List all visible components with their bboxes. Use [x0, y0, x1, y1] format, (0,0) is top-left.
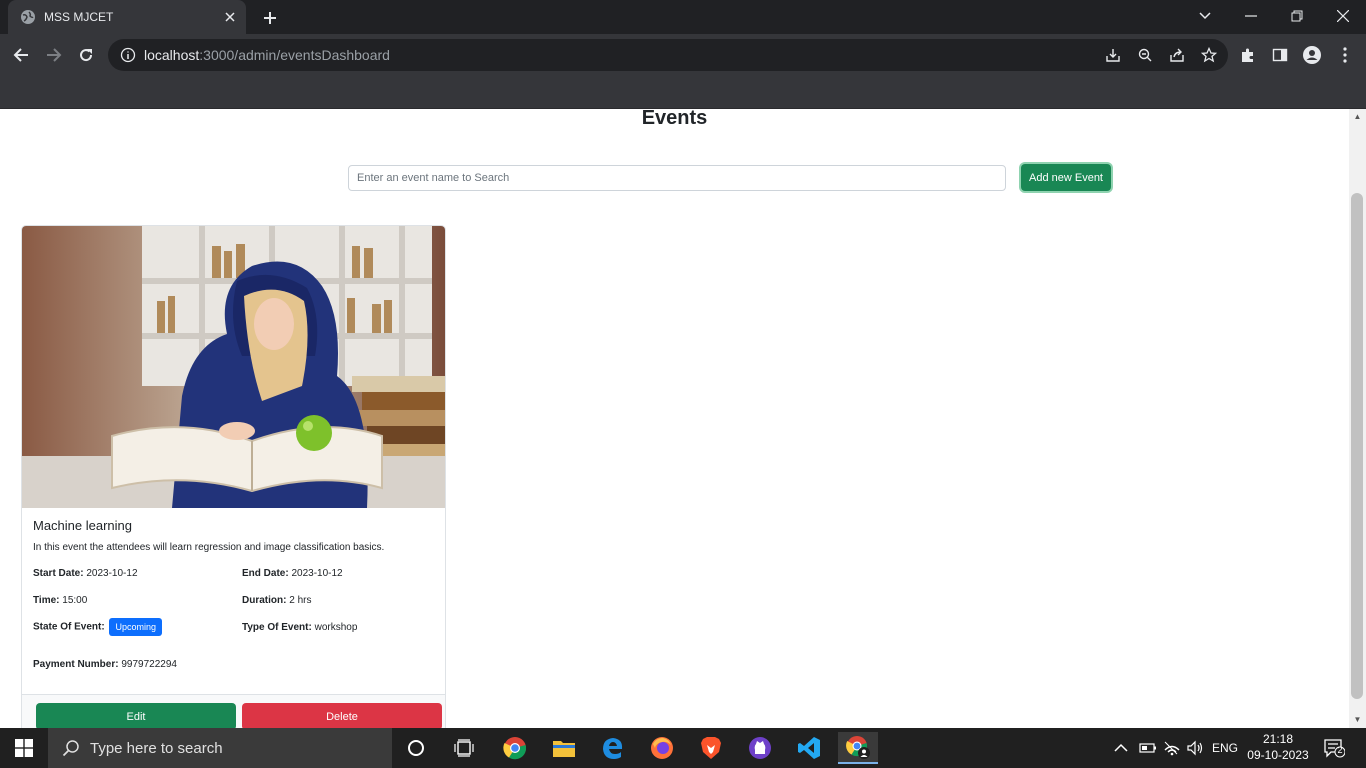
globe-icon: [20, 9, 36, 25]
url-host: localhost: [144, 47, 200, 63]
site-info-icon[interactable]: [120, 47, 136, 63]
browser-tab-strip: MSS MJCET: [0, 0, 1366, 34]
page-content: Events Enter an event name to Search Add…: [0, 109, 1366, 728]
add-new-event-button[interactable]: Add new Event: [1021, 164, 1111, 191]
bookmark-star-icon[interactable]: [1198, 45, 1220, 65]
end-date-value: 2023-10-12: [291, 568, 343, 579]
state-field: State Of Event: Upcoming: [33, 618, 162, 636]
page-scrollbar[interactable]: ▲ ▼: [1349, 109, 1366, 728]
browser-toolbar: localhost:3000/admin/eventsDashboard: [0, 34, 1366, 76]
profile-icon[interactable]: [1301, 44, 1323, 66]
scroll-down-icon[interactable]: ▼: [1353, 715, 1362, 724]
duration-label: Duration:: [242, 595, 287, 606]
vscode-icon[interactable]: [789, 732, 829, 764]
restore-icon[interactable]: [1285, 4, 1309, 28]
firefox-icon[interactable]: [642, 732, 682, 764]
start-date-value: 2023-10-12: [86, 568, 138, 579]
type-field: Type Of Event: workshop: [242, 622, 357, 633]
clock-time: 21:18: [1262, 732, 1294, 746]
type-label: Type Of Event:: [242, 622, 312, 633]
share-icon[interactable]: [1166, 45, 1188, 65]
zoom-icon[interactable]: [1134, 45, 1156, 65]
taskbar-clock[interactable]: 21:18 09-10-2023: [1240, 731, 1316, 763]
start-date-field: Start Date: 2023-10-12: [33, 568, 138, 579]
taskbar-search[interactable]: Type here to search: [48, 728, 392, 768]
card-footer: Edit Delete: [22, 694, 445, 728]
delete-button[interactable]: Delete: [242, 703, 442, 728]
edge-icon[interactable]: [593, 732, 633, 764]
event-description: In this event the attendees will learn r…: [33, 542, 385, 553]
forward-icon[interactable]: [41, 42, 67, 68]
payment-field: Payment Number: 9979722294: [33, 659, 177, 670]
browser-tab[interactable]: MSS MJCET: [8, 0, 246, 34]
taskbar-search-text: Type here to search: [90, 739, 223, 757]
cortana-icon[interactable]: [396, 732, 436, 764]
event-card: Machine learning In this event the atten…: [21, 225, 446, 728]
type-value: workshop: [314, 622, 358, 633]
menu-kebab-icon[interactable]: [1334, 44, 1356, 66]
chrome-icon[interactable]: [495, 732, 535, 764]
windows-start-icon[interactable]: [0, 728, 48, 768]
time-field: Time: 15:00: [33, 595, 87, 606]
file-explorer-icon[interactable]: [544, 732, 584, 764]
tab-title: MSS MJCET: [44, 10, 114, 24]
notification-icon[interactable]: 2: [1322, 736, 1346, 760]
payment-value: 9979722294: [121, 659, 177, 670]
tab-close-icon[interactable]: [222, 9, 238, 25]
payment-label: Payment Number:: [33, 659, 119, 670]
task-view-icon[interactable]: [444, 732, 484, 764]
scroll-up-icon[interactable]: ▲: [1353, 112, 1362, 121]
side-panel-icon[interactable]: [1269, 44, 1291, 66]
close-window-icon[interactable]: [1331, 4, 1355, 28]
wifi-icon[interactable]: [1163, 728, 1181, 768]
scrollbar-thumb[interactable]: [1351, 193, 1363, 699]
notification-count: 2: [1337, 745, 1343, 755]
chrome-profile-icon[interactable]: [838, 732, 878, 764]
duration-value: 2 hrs: [289, 595, 312, 606]
end-date-field: End Date: 2023-10-12: [242, 568, 343, 579]
windows-taskbar: Type here to search ENG 21:18 09-10-2023…: [0, 728, 1366, 768]
time-value: 15:00: [62, 595, 88, 606]
tab-search-chevron-icon[interactable]: [1193, 4, 1217, 28]
reload-icon[interactable]: [73, 42, 99, 68]
minimize-icon[interactable]: [1239, 4, 1263, 28]
end-date-label: End Date:: [242, 568, 289, 579]
show-hidden-icons-icon[interactable]: [1114, 728, 1128, 768]
page-title: Events: [641, 109, 708, 129]
language-indicator[interactable]: ENG: [1212, 728, 1238, 768]
bookmarks-bar: [0, 76, 1366, 109]
event-search-input[interactable]: Enter an event name to Search: [348, 165, 1006, 191]
url-path: :3000/admin/eventsDashboard: [199, 47, 390, 63]
back-icon[interactable]: [8, 42, 34, 68]
search-icon: [62, 740, 79, 757]
battery-icon[interactable]: [1139, 728, 1157, 768]
new-tab-icon[interactable]: [258, 6, 282, 30]
extensions-icon[interactable]: [1237, 44, 1259, 66]
clock-date: 09-10-2023: [1247, 748, 1309, 762]
edit-button[interactable]: Edit: [36, 703, 236, 728]
event-image: [22, 226, 445, 508]
install-app-icon[interactable]: [1102, 45, 1124, 65]
event-title: Machine learning: [33, 518, 133, 533]
volume-icon[interactable]: [1186, 728, 1204, 768]
duration-field: Duration: 2 hrs: [242, 595, 311, 606]
brave-icon[interactable]: [691, 732, 731, 764]
url-text: localhost:3000/admin/eventsDashboard: [144, 47, 390, 63]
status-badge: Upcoming: [109, 618, 162, 636]
github-desktop-icon[interactable]: [740, 732, 780, 764]
start-date-label: Start Date:: [33, 568, 84, 579]
state-label: State Of Event:: [33, 621, 105, 633]
time-label: Time:: [33, 595, 60, 606]
address-bar[interactable]: localhost:3000/admin/eventsDashboard: [108, 39, 1228, 71]
